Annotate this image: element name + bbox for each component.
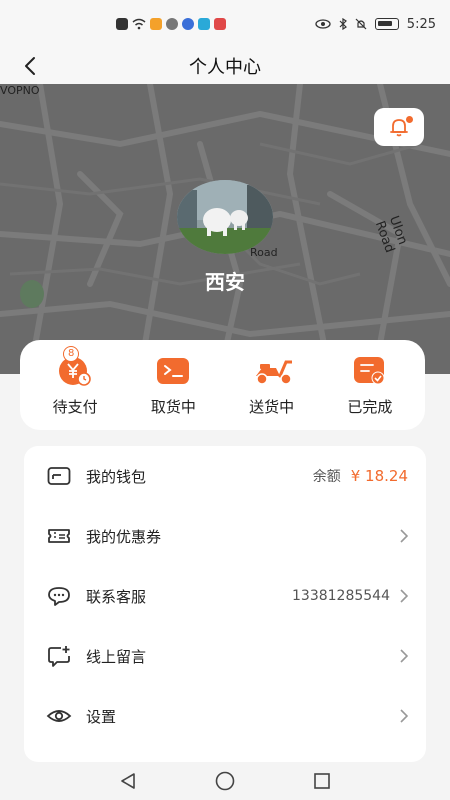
status-left-icons: [116, 18, 226, 30]
nav-home-icon[interactable]: [214, 770, 236, 792]
city-name: 西安: [205, 270, 245, 294]
chevron-right-icon: [400, 709, 408, 723]
menu-item-wallet[interactable]: 我的钱包 余额 ¥ 18.24: [24, 446, 426, 506]
message-add-icon: [46, 643, 72, 669]
menu-item-coupons[interactable]: 我的优惠券: [24, 506, 426, 566]
page-title: 个人中心: [189, 57, 261, 78]
map-label-topleft: VOPNO: [0, 84, 40, 97]
avatar[interactable]: [177, 180, 273, 254]
alert-icon: [116, 18, 128, 30]
order-label: 已完成: [347, 397, 393, 416]
service-phone: 13381285544: [292, 588, 390, 604]
app-icon-teal: [198, 18, 210, 30]
order-badge: 8: [63, 345, 80, 362]
terminal-box-icon: [157, 357, 190, 384]
order-label: 送货中: [249, 397, 295, 416]
menu-card: 我的钱包 余额 ¥ 18.24 我的优惠券 联系客服 13381285544 线…: [24, 446, 426, 762]
status-right-icons: 5:25: [315, 17, 436, 32]
app-icon-blue: [182, 18, 194, 30]
chevron-right-icon: [400, 649, 408, 663]
order-pending-payment[interactable]: 8 待支付: [27, 345, 123, 417]
avatar-photo: [177, 180, 273, 254]
nav-bar: 个人中心: [0, 48, 450, 84]
menu-right: [400, 649, 408, 663]
order-picking-up[interactable]: 取货中: [125, 354, 221, 417]
order-icon-wrapper: 8: [55, 345, 95, 388]
order-icon-wrapper: [350, 354, 390, 388]
menu-label: 我的优惠券: [86, 527, 162, 546]
order-label: 取货中: [150, 397, 196, 416]
chevron-left-icon: [25, 57, 35, 75]
bluetooth-icon: [339, 18, 347, 30]
menu-label: 联系客服: [86, 587, 147, 606]
balance-label: 余额: [312, 469, 341, 485]
app-icon-gray: [166, 18, 178, 30]
balance-value: ¥ 18.24: [350, 467, 408, 485]
menu-label: 我的钱包: [86, 467, 147, 486]
notification-button[interactable]: [374, 108, 424, 146]
order-icon-wrapper: [153, 354, 193, 388]
battery-icon: [374, 18, 399, 30]
chevron-right-icon: [400, 529, 408, 543]
wallet-icon: [46, 463, 72, 489]
eye-settings-icon: [46, 703, 72, 729]
order-completed[interactable]: 已完成: [322, 354, 418, 417]
notification-dot: [406, 116, 413, 123]
system-nav-bar: [0, 762, 450, 800]
menu-right: [400, 529, 408, 543]
wallet-balance: 余额 ¥ 18.24: [313, 466, 408, 486]
menu-right: [400, 709, 408, 723]
chevron-right-icon: [400, 589, 408, 603]
status-time: 5:25: [406, 16, 436, 32]
chat-bubble-icon: [46, 583, 72, 609]
menu-label: 线上留言: [86, 647, 147, 666]
menu-item-online-message[interactable]: 线上留言: [24, 626, 426, 686]
menu-item-customer-service[interactable]: 联系客服 13381285544: [24, 566, 426, 626]
app-icon-orange: [150, 18, 162, 30]
ticket-icon: [46, 523, 72, 549]
check-document-icon: [353, 356, 385, 384]
order-icon-wrapper: [252, 354, 292, 388]
menu-right: 13381285544: [292, 588, 408, 604]
order-delivering[interactable]: 送货中: [224, 354, 320, 417]
menu-item-settings[interactable]: 设置: [24, 686, 426, 746]
status-bar: 5:25: [0, 0, 450, 48]
nav-back-icon[interactable]: [118, 771, 138, 791]
wifi-icon: [132, 18, 146, 30]
order-status-card: 8 待支付 取货中 送货中 已完成: [20, 340, 425, 430]
eye-icon: [315, 19, 331, 29]
menu-label: 设置: [86, 707, 117, 726]
nav-recents-icon[interactable]: [312, 771, 332, 791]
map-label-road-small: Road: [250, 246, 278, 259]
back-button[interactable]: [16, 52, 44, 80]
mute-icon: [355, 18, 367, 30]
order-label: 待支付: [52, 397, 98, 416]
app-icon-red: [214, 18, 226, 30]
scooter-icon: [255, 360, 292, 385]
